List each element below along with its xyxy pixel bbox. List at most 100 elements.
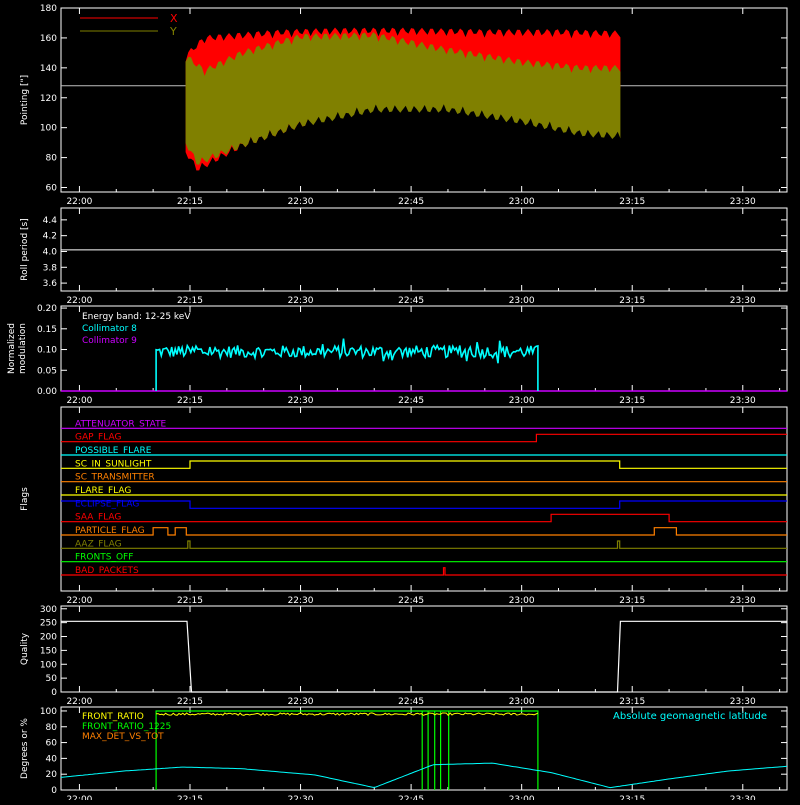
y-tick-label: 3.6 xyxy=(43,279,58,289)
legend-label: Collimator 8 xyxy=(82,324,137,334)
y-tick-label: 300 xyxy=(40,605,57,615)
x-tick-label: 23:00 xyxy=(509,296,535,306)
y-tick-label: 200 xyxy=(40,633,57,643)
flag-label: SAA_FLAG xyxy=(75,513,121,523)
x-tick-label: 22:15 xyxy=(177,396,203,406)
panel-3: 22:00 22:15 22:30 22:45 23:00 23:15 23:30 0.00 0… xyxy=(7,304,788,406)
x-tick-label: 22:15 xyxy=(177,697,203,707)
panel-frame xyxy=(60,605,788,693)
y-axis-label: Degrees or % xyxy=(20,718,30,779)
y-tick-label: 4.2 xyxy=(43,232,57,242)
quality-line xyxy=(61,620,787,693)
y-axis-label: Normalized xyxy=(7,323,17,374)
x-tick-label: 23:15 xyxy=(619,697,645,707)
x-tick-label: 22:15 xyxy=(177,197,203,207)
flag-label: FRONTS_OFF xyxy=(75,553,133,563)
x-tick-label: 23:30 xyxy=(730,296,756,306)
x-tick-label: 22:30 xyxy=(288,296,314,306)
panel-5: 22:00 22:15 22:30 22:45 23:00 23:15 23:30 0 50 10… xyxy=(20,605,788,707)
flag-sc-in-sunlight-line xyxy=(61,460,787,469)
y-tick-label: 50 xyxy=(46,674,58,684)
flag-label: SC_TRANSMITTER xyxy=(75,473,155,483)
x-tick-label: 22:30 xyxy=(288,396,314,406)
y-tick-label: 0.10 xyxy=(37,346,57,356)
y-tick-label: 140 xyxy=(40,64,57,74)
y-tick-label: 160 xyxy=(40,34,57,44)
front-ratio-1225-line xyxy=(155,710,539,790)
legend-label: X xyxy=(170,12,178,25)
y-axis-label: modulation xyxy=(18,323,28,374)
flag-label: ATTENUATOR_STATE xyxy=(75,419,167,429)
x-tick-label: 23:00 xyxy=(509,795,535,800)
x-tick-label: 22:15 xyxy=(177,795,203,800)
legend-label: Y xyxy=(169,25,177,38)
x-tick-label: 23:30 xyxy=(730,697,756,707)
y-tick-label: 80 xyxy=(46,154,58,164)
flag-label: ECLIPSE_FLAG xyxy=(75,499,139,509)
legend-label: FRONT_RATIO_1225 xyxy=(82,722,171,732)
y-tick-label: 250 xyxy=(40,619,57,629)
y-tick-label: 4.4 xyxy=(43,216,58,226)
x-tick-label: 23:15 xyxy=(619,396,645,406)
x-tick-label: 22:00 xyxy=(66,197,92,207)
flag-aaz-flag-line xyxy=(61,540,787,549)
x-tick-label: 22:00 xyxy=(66,396,92,406)
x-tick-label: 22:45 xyxy=(398,396,424,406)
y-tick-label: 4.0 xyxy=(43,247,58,257)
flag-particle-flag-line xyxy=(61,527,787,536)
x-tick-label: 23:30 xyxy=(730,197,756,207)
x-tick-label: 23:15 xyxy=(619,197,645,207)
y-tick-label: 40 xyxy=(46,754,58,764)
y-tick-label: 3.8 xyxy=(43,263,58,273)
x-tick-label: 22:45 xyxy=(398,596,424,606)
y-tick-label: 100 xyxy=(40,707,57,717)
y-tick-label: 0 xyxy=(51,688,57,698)
x-tick-label: 23:30 xyxy=(730,795,756,800)
flag-saa-flag-line xyxy=(61,513,787,523)
y-tick-label: 150 xyxy=(40,646,57,656)
legend-label: FRONT_RATIO xyxy=(82,712,144,722)
energy-band-annotation: Energy band: 12-25 keV xyxy=(82,312,191,322)
x-tick-label: 23:15 xyxy=(619,296,645,306)
legend-label: MAX_DET_VS_TOT xyxy=(82,732,164,742)
y-axis-label: Quality xyxy=(20,632,30,665)
y-tick-label: 0.05 xyxy=(37,366,57,376)
y-tick-label: 120 xyxy=(40,94,57,104)
y-tick-label: 80 xyxy=(46,723,58,733)
x-tick-label: 23:15 xyxy=(619,795,645,800)
flag-label: SC_IN_SUNLIGHT xyxy=(75,459,152,469)
latitude-annotation: Absolute geomagnetic latitude xyxy=(613,711,767,722)
x-tick-label: 23:30 xyxy=(730,596,756,606)
y-tick-label: 0 xyxy=(51,786,57,796)
flag-label: BAD_PACKETS xyxy=(75,566,139,576)
panel-1: 22:00 22:15 22:30 22:45 23:00 23:15 23:30 60 80 1… xyxy=(20,4,788,207)
x-tick-label: 22:30 xyxy=(288,596,314,606)
flag-gap-flag-line xyxy=(61,433,787,443)
y-tick-label: 180 xyxy=(40,4,57,14)
x-tick-label: 22:30 xyxy=(288,697,314,707)
x-tick-label: 22:30 xyxy=(288,197,314,207)
legend-label: Collimator 9 xyxy=(82,336,137,346)
x-tick-label: 22:15 xyxy=(177,296,203,306)
flag-bad-packets-line xyxy=(61,567,787,576)
y-axis-label: Pointing ["] xyxy=(20,75,30,125)
y-tick-label: 60 xyxy=(46,739,58,749)
x-tick-label: 22:45 xyxy=(398,197,424,207)
x-tick-label: 22:00 xyxy=(66,795,92,800)
flag-eclipse-flag-line xyxy=(61,500,787,509)
front-ratio-line xyxy=(156,712,539,717)
x-tick-label: 22:00 xyxy=(66,596,92,606)
x-tick-label: 23:00 xyxy=(509,396,535,406)
y-axis-label: Roll period [s] xyxy=(20,218,30,280)
x-tick-label: 22:45 xyxy=(398,296,424,306)
x-tick-label: 23:15 xyxy=(619,596,645,606)
flag-label: AAZ_FLAG xyxy=(75,539,122,549)
hessi-summary-figure: 22:00 22:15 22:30 22:45 23:00 23:15 23:30 60 80 1… xyxy=(7,4,788,805)
flag-label: PARTICLE_FLAG xyxy=(75,526,145,536)
panel-2: 22:00 22:15 22:30 22:45 23:00 23:15 23:30 3.6 3.… xyxy=(20,207,788,306)
y-axis-label: Flags xyxy=(20,487,30,511)
y-tick-label: 60 xyxy=(46,184,58,194)
panel-4: 22:00 22:15 22:30 22:45 23:00 23:15 23:30 Flags… xyxy=(20,406,788,606)
x-tick-label: 22:00 xyxy=(66,296,92,306)
y-tick-label: 0.15 xyxy=(37,325,57,335)
